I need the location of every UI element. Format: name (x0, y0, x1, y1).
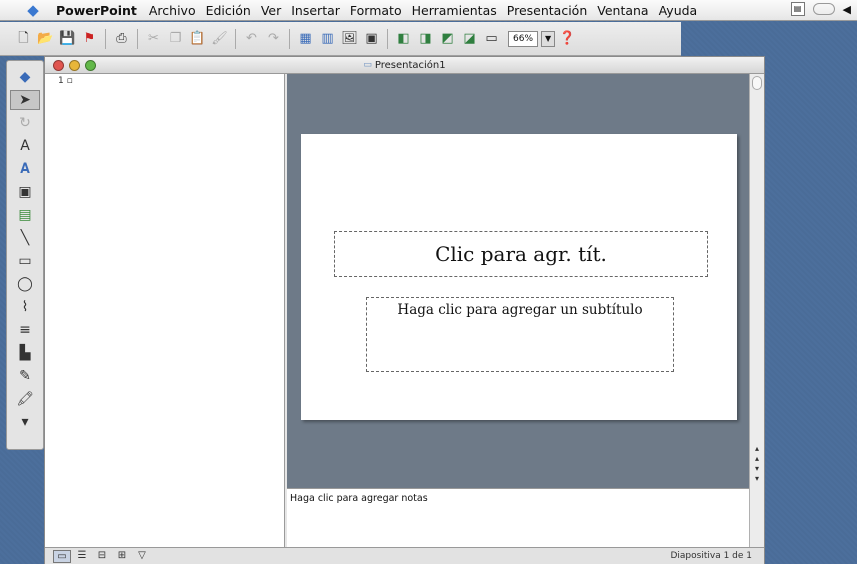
notes-placeholder: Haga clic para agregar notas (290, 493, 428, 504)
zoom-window-icon[interactable] (85, 60, 96, 71)
window-titlebar[interactable]: ▭ Presentación1 (45, 57, 764, 74)
rectangle-icon[interactable]: ▭ (10, 251, 40, 271)
select-arrow-icon[interactable]: ➤ (10, 90, 40, 110)
line-color-icon[interactable]: ✎ (10, 366, 40, 386)
toolbar-separator (387, 28, 388, 49)
insert-picture-icon[interactable]: 🖼 (340, 29, 359, 49)
script-menu-icon[interactable]: ▤ (790, 2, 805, 16)
slideshow-icon[interactable]: ▽ (133, 550, 151, 563)
document-window: ▭ Presentación1 1 ▫ Clic para agr. tít. … (44, 56, 765, 564)
slide-pane: Clic para agr. tít. Haga clic para agreg… (287, 74, 751, 488)
help-icon[interactable]: ❓ (558, 29, 577, 49)
notes-pane[interactable]: Haga clic para agregar notas (287, 488, 751, 547)
line-style-icon[interactable]: ≡ (10, 320, 40, 340)
menu-extras: ▤ ◀ (790, 2, 851, 16)
slide-nav-arrows-icon[interactable]: ▴ ▴ ▾ ▾ (751, 444, 763, 484)
menu-ventana[interactable]: Ventana (597, 3, 648, 18)
save-icon[interactable]: 💾 (58, 29, 77, 49)
menu-archivo[interactable]: Archivo (149, 3, 196, 18)
menu-herramientas[interactable]: Herramientas (412, 3, 497, 18)
slide-design-icon[interactable]: ◩ (438, 29, 457, 49)
line-icon[interactable]: ╲ (10, 228, 40, 248)
volume-icon[interactable]: ◀ (843, 3, 851, 16)
document-icon: ▭ (363, 60, 372, 70)
normal-view-icon[interactable]: ▭ (53, 549, 71, 563)
connectors-icon[interactable]: ⌇ (10, 297, 40, 317)
slide-sorter-icon[interactable]: ⊞ (113, 550, 131, 563)
open-icon[interactable]: 📂 (36, 29, 55, 49)
status-bar: ▭ ☰ ⊟ ⊞ ▽ Diapositiva 1 de 1 (45, 547, 764, 564)
format-painter-icon[interactable]: 🖌 (210, 29, 229, 49)
more-tools-icon[interactable]: ▾ (10, 412, 40, 432)
insert-image-icon[interactable]: ▤ (10, 205, 40, 225)
slide-view-icon[interactable]: ⊟ (93, 550, 111, 563)
oval-shapes-icon[interactable]: ◯ (10, 274, 40, 294)
menu-formato[interactable]: Formato (350, 3, 402, 18)
insert-picture-icon[interactable]: ▣ (10, 182, 40, 202)
new-presentation-icon[interactable]: 🗋 (14, 29, 33, 49)
slide-canvas[interactable]: Clic para agr. tít. Haga clic para agreg… (301, 134, 737, 420)
window-title: Presentación1 (374, 59, 446, 71)
wordart-icon[interactable]: 𝐀 (10, 159, 40, 179)
view-buttons: ▭ ☰ ⊟ ⊞ ▽ (51, 549, 151, 563)
close-icon[interactable] (53, 60, 64, 71)
toolbar-separator (289, 28, 290, 49)
zoom-field[interactable]: 66% (508, 30, 539, 47)
copy-icon[interactable]: ❐ (166, 29, 185, 49)
menu-insertar[interactable]: Insertar (291, 3, 340, 18)
status-oval-icon[interactable] (812, 3, 835, 15)
outline-view-icon[interactable]: ☰ (73, 550, 91, 563)
outline-slide-number: 1 ▫ (58, 76, 73, 86)
toolbar-separator (105, 28, 106, 49)
grayscale-icon[interactable]: ▭ (482, 29, 501, 49)
menu-bar: ◆ PowerPoint Archivo Edición Ver Inserta… (0, 0, 857, 21)
redo-icon[interactable]: ↷ (264, 29, 283, 49)
insert-chart-icon[interactable]: ▦ (296, 29, 315, 49)
menu-ayuda[interactable]: Ayuda (659, 3, 698, 18)
font-color-icon[interactable]: 🖍 (10, 389, 40, 409)
title-placeholder[interactable]: Clic para agr. tít. (334, 231, 708, 277)
scroll-thumb[interactable] (752, 76, 762, 90)
fill-color-icon[interactable]: ▙ (10, 343, 40, 363)
menu-powerpoint[interactable]: PowerPoint (56, 3, 137, 18)
slide-counter: Diapositiva 1 de 1 (670, 551, 752, 561)
autoshapes-icon[interactable]: ◆ (10, 67, 40, 87)
subtitle-placeholder[interactable]: Haga clic para agregar un subtítulo (366, 297, 674, 372)
print-icon[interactable]: ⎙ (112, 29, 131, 49)
color-scheme-icon[interactable]: ◪ (460, 29, 479, 49)
toolbar-separator (137, 28, 138, 49)
menu-edicion[interactable]: Edición (206, 3, 251, 18)
menu-presentacion[interactable]: Presentación (507, 3, 587, 18)
zoom-dropdown-icon[interactable]: ▼ (541, 30, 556, 47)
text-box-icon[interactable]: A (10, 136, 40, 156)
apple-menu-icon[interactable]: ◆ (24, 1, 42, 19)
undo-icon[interactable]: ↶ (242, 29, 261, 49)
standard-toolbar: 🗋 📂 💾 ⚑ ⎙ ✂ ❐ 📋 🖌 ↶ ↷ ▦ ▥ 🖼 ▣ ◧ ◨ ◩ ◪ ▭ … (0, 22, 681, 56)
new-slide-icon[interactable]: ◧ (394, 29, 413, 49)
slide-layout-icon[interactable]: ◨ (416, 29, 435, 49)
menu-ver[interactable]: Ver (261, 3, 281, 18)
flag-icon[interactable]: ⚑ (80, 29, 99, 49)
toolbar-separator (235, 28, 236, 49)
insert-table-icon[interactable]: ▥ (318, 29, 337, 49)
cut-icon[interactable]: ✂ (144, 29, 163, 49)
vertical-scrollbar[interactable]: ▴ ▴ ▾ ▾ (749, 74, 764, 547)
insert-clipart-icon[interactable]: ▣ (362, 29, 381, 49)
drawing-palette: ◆ ➤ ↻ A 𝐀 ▣ ▤ ╲ ▭ ◯ ⌇ ≡ ▙ ✎ 🖍 ▾ (6, 60, 44, 450)
paste-icon[interactable]: 📋 (188, 29, 207, 49)
rotate-icon[interactable]: ↻ (10, 113, 40, 133)
minimize-icon[interactable] (69, 60, 80, 71)
outline-pane[interactable]: 1 ▫ (45, 74, 285, 547)
